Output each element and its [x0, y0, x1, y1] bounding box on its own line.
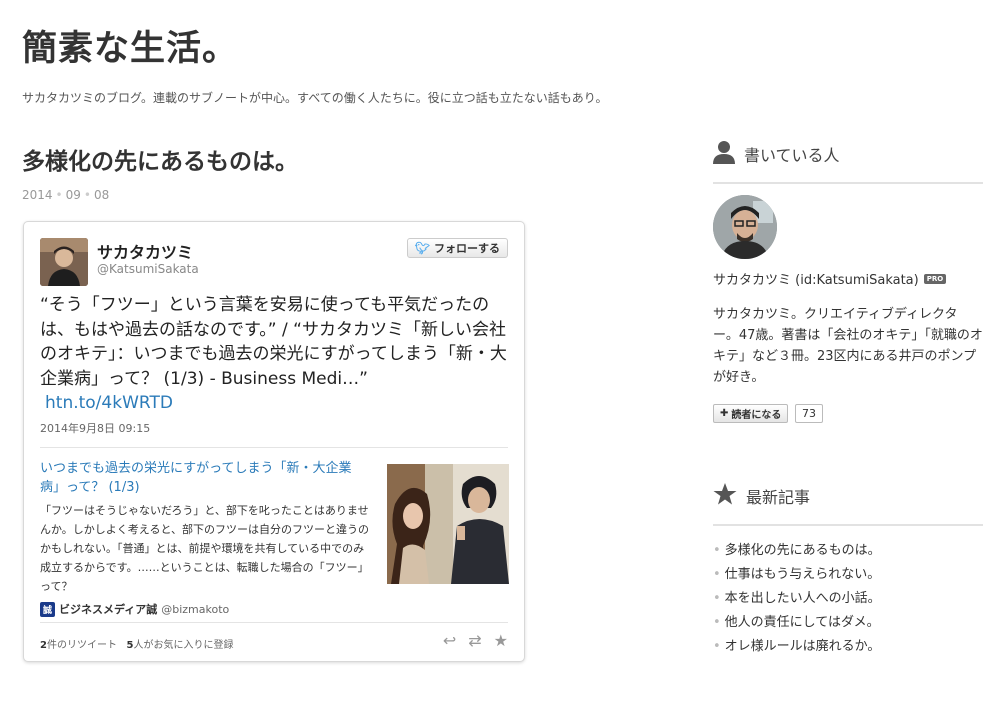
- entry-date-month: 09: [65, 188, 81, 202]
- recent-post-item[interactable]: • オレ様ルールは廃れるか。: [713, 635, 881, 659]
- source-badge: 誠: [40, 601, 55, 617]
- source-name: ビジネスメディア誠: [59, 603, 158, 616]
- recent-post-title[interactable]: 本を出したい人への小話。: [725, 591, 881, 606]
- tweet-actions: ↩ ⇄ ★: [443, 631, 508, 650]
- author-section: 書いている人: [713, 140, 983, 184]
- card-title[interactable]: いつまでも過去の栄光にすがってしまう「新・大企業病」って？ (1/3): [40, 459, 370, 497]
- entry-date-year: 2014: [22, 188, 53, 202]
- bullet: •: [713, 615, 721, 630]
- plus-icon: ✚: [720, 408, 729, 419]
- retweet-count-label: 件のリツイート: [46, 640, 117, 651]
- subscribe-button-label: 読者になる: [731, 410, 782, 421]
- subscribe-button[interactable]: ✚ 読者になる: [713, 404, 789, 423]
- recent-posts-section: 最新記事: [713, 482, 983, 526]
- tweet-text: “そう「フツー」という言葉を安易に使っても平気だったのは、もはや過去の話なのです…: [40, 293, 510, 416]
- section-divider: [713, 524, 983, 526]
- embedded-tweet: サカタカツミ @KatsumiSakata 🐦︎ フォローする “そう「フツー」…: [23, 221, 525, 662]
- card-source[interactable]: 誠 ビジネスメディア誠 @bizmakoto: [40, 601, 229, 617]
- retweet-count[interactable]: 2: [40, 640, 47, 651]
- section-divider: [713, 182, 983, 184]
- reply-icon[interactable]: ↩: [443, 631, 456, 650]
- author-heading-label: 書いている人: [744, 146, 840, 165]
- recent-post-title[interactable]: 多様化の先にあるものは。: [725, 543, 881, 558]
- bullet: •: [713, 543, 721, 558]
- recent-heading: 最新記事: [713, 482, 983, 510]
- author-avatar[interactable]: [713, 195, 777, 259]
- star-icon: [713, 482, 737, 510]
- entry-date-day: 08: [93, 188, 110, 202]
- recent-post-item[interactable]: • 本を出したい人への小話。: [713, 587, 881, 611]
- follow-button-label: フォローする: [434, 242, 500, 255]
- follow-button[interactable]: 🐦︎ フォローする: [406, 238, 508, 258]
- author-heading: 書いている人: [713, 140, 983, 168]
- recent-post-item[interactable]: • 多様化の先にあるものは。: [713, 539, 881, 563]
- tweet-avatar[interactable]: [40, 238, 88, 286]
- retweet-icon[interactable]: ⇄: [468, 631, 481, 650]
- favorite-icon[interactable]: ★: [494, 631, 508, 650]
- entry-date[interactable]: 2014 • 09 • 08: [22, 188, 109, 202]
- tweet-author-name[interactable]: サカタカツミ: [97, 239, 193, 263]
- author-id-label[interactable]: サカタカツミ (id:KatsumiSakata): [713, 269, 919, 288]
- tweet-divider: [40, 447, 508, 448]
- card-image[interactable]: [387, 464, 509, 584]
- twitter-bird-icon: 🐦︎: [414, 241, 430, 255]
- date-separator: •: [55, 188, 63, 202]
- card-description: 「フツーはそうじゃないだろう」と、部下を叱ったことはありませんか。しかしよく考え…: [40, 504, 370, 593]
- bullet: •: [713, 567, 721, 582]
- recent-post-item[interactable]: • 他人の責任にしてはダメ。: [713, 611, 881, 635]
- blog-title[interactable]: 簡素な生活。: [22, 20, 238, 71]
- recent-posts-list: • 多様化の先にあるものは。 • 仕事はもう与えられない。 • 本を出したい人への小話…: [713, 539, 881, 659]
- tweet-timestamp[interactable]: 2014年9月8日 09:15: [40, 420, 150, 436]
- entry-title[interactable]: 多様化の先にあるものは。: [22, 142, 298, 176]
- date-separator: •: [83, 188, 91, 202]
- bullet: •: [713, 591, 721, 606]
- recent-post-item[interactable]: • 仕事はもう与えられない。: [713, 563, 881, 587]
- tweet-stats: 2件のリツイート 5人がお気に入りに登録: [40, 636, 233, 651]
- subscriber-count[interactable]: 73: [795, 404, 823, 423]
- recent-post-title[interactable]: オレ様ルールは廃れるか。: [725, 639, 881, 654]
- author-id: サカタカツミ (id:KatsumiSakata) PRO: [713, 269, 947, 288]
- recent-heading-label: 最新記事: [746, 488, 811, 507]
- bullet: •: [713, 639, 721, 654]
- recent-post-title[interactable]: 他人の責任にしてはダメ。: [725, 615, 880, 630]
- source-account: @bizmakoto: [161, 602, 230, 616]
- favorite-count-label: 人がお気に入りに登録: [133, 640, 234, 651]
- tweet-body: “そう「フツー」という言葉を安易に使っても平気だったのは、もはや過去の話なのです…: [40, 295, 507, 389]
- person-icon: [713, 140, 735, 168]
- author-bio: サカタカツミ。クリエイティブディレクター。47歳。著書は「会社のオキテ」「就職の…: [713, 307, 983, 385]
- tweet-divider: [40, 622, 508, 623]
- tweet-link[interactable]: htn.to/4kWRTD: [40, 391, 510, 416]
- pro-badge: PRO: [923, 273, 947, 284]
- recent-post-title[interactable]: 仕事はもう与えられない。: [725, 567, 881, 582]
- blog-description: サカタカツミのブログ。連載のサブノートが中心。すべての働く人たちに。役に立つ話も…: [22, 91, 608, 105]
- tweet-author-handle[interactable]: @KatsumiSakata: [97, 262, 199, 276]
